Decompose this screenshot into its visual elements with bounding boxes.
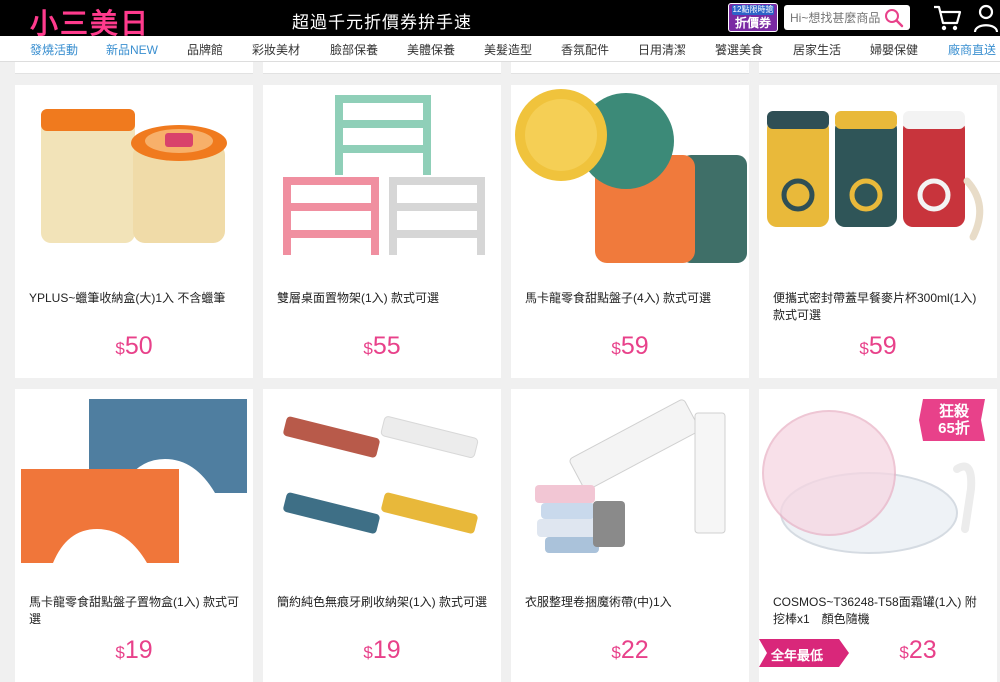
product-card-edge [15, 62, 253, 74]
price-currency: $ [611, 339, 621, 358]
product-card[interactable]: YPLUS~蠟筆收納盒(大)1入 不含蠟筆 $50 [15, 85, 253, 378]
price-currency: $ [859, 339, 869, 358]
price-value: 23 [908, 636, 937, 664]
product-name[interactable]: 雙層桌面置物架(1入) 款式可選 [277, 290, 491, 307]
nav-item-direct-ship[interactable]: 廠商直送 [948, 41, 996, 58]
price-currency: $ [363, 339, 373, 358]
product-image-cereal-cups[interactable] [759, 85, 997, 273]
nav-item-fragrance[interactable]: 香氛配件 [561, 41, 609, 58]
top-bar: 小三美日 超過千元折價券拚手速 12點限時搶 折價券 [0, 0, 1000, 40]
product-card[interactable]: 雙層桌面置物架(1入) 款式可選 $55 [263, 85, 501, 378]
price-currency: $ [899, 643, 909, 662]
search-icon[interactable] [884, 8, 904, 28]
price-value: 50 [124, 332, 153, 360]
product-price: $59 [511, 332, 749, 361]
search-input[interactable] [790, 9, 882, 26]
product-price: $59 [759, 332, 997, 361]
nav-item-makeup[interactable]: 彩妝美材 [252, 41, 300, 58]
product-card[interactable]: 衣服整理卷捆魔術帶(中)1入 $22 [511, 389, 749, 682]
coupon-promo-badge[interactable]: 12點限時搶 折價券 [728, 3, 778, 32]
product-price: $22 [511, 636, 749, 665]
product-price: $19 [263, 636, 501, 665]
product-image-clothes-strap[interactable] [511, 389, 749, 577]
price-value: 59 [620, 332, 649, 360]
product-image-toothbrush-holder[interactable] [263, 389, 501, 577]
nav-item-brands[interactable]: 品牌館 [187, 41, 223, 58]
product-image-plates[interactable] [511, 85, 749, 273]
product-name[interactable]: 衣服整理卷捆魔術帶(中)1入 [525, 594, 739, 611]
product-card[interactable]: 馬卡龍零食甜點盤子(4入) 款式可選 $59 [511, 85, 749, 378]
product-card-edge [263, 62, 501, 74]
price-currency: $ [115, 643, 125, 662]
cart-icon[interactable] [932, 3, 962, 33]
price-currency: $ [115, 339, 125, 358]
sale-badge-line-1: 狂殺 [938, 403, 969, 420]
product-name[interactable]: 馬卡龍零食甜點盤子置物盒(1入) 款式可選 [29, 594, 243, 628]
price-currency: $ [363, 643, 373, 662]
sale-badge-line-2: 65折 [938, 420, 970, 437]
product-image-crayon-box[interactable] [15, 85, 253, 273]
nav-item-food[interactable]: 饕選美食 [715, 41, 763, 58]
product-name[interactable]: 便攜式密封帶蓋早餐麥片杯300ml(1入) 款式可選 [773, 290, 987, 324]
product-price: $19 [15, 636, 253, 665]
nav-item-face-care[interactable]: 臉部保養 [330, 41, 378, 58]
sale-badge-text: 狂殺 65折 [919, 399, 989, 441]
product-name[interactable]: YPLUS~蠟筆收納盒(大)1入 不含蠟筆 [29, 290, 243, 307]
price-value: 19 [124, 636, 153, 664]
nav-item-body-care[interactable]: 美體保養 [407, 41, 455, 58]
nav-item-hair-styling[interactable]: 美髮造型 [484, 41, 532, 58]
price-value: 19 [372, 636, 401, 664]
product-price: $50 [15, 332, 253, 361]
product-image-plate-holder[interactable] [15, 389, 253, 577]
header-slogan[interactable]: 超過千元折價券拚手速 [292, 8, 472, 33]
promo-line-2: 折價券 [734, 16, 771, 30]
nav-item-hot-events[interactable]: 發燒活動 [30, 41, 78, 58]
product-card-edge [759, 62, 1000, 74]
nav-item-mother-baby[interactable]: 婦嬰保健 [870, 41, 918, 58]
product-card[interactable]: 簡約純色無痕牙刷收納架(1入) 款式可選 $19 [263, 389, 501, 682]
promo-line-1: 12點限時搶 [732, 5, 774, 15]
user-icon[interactable] [972, 3, 1000, 33]
search-box [784, 5, 910, 30]
price-value: 22 [620, 636, 649, 664]
nav-item-new[interactable]: 新品NEW [106, 41, 158, 58]
product-price: $55 [263, 332, 501, 361]
price-value: 55 [372, 332, 401, 360]
price-currency: $ [611, 643, 621, 662]
nav-item-daily-cleaning[interactable]: 日用清潔 [638, 41, 686, 58]
product-card[interactable]: 馬卡龍零食甜點盤子置物盒(1入) 款式可選 $19 [15, 389, 253, 682]
product-image-desk-shelf[interactable] [263, 85, 501, 273]
product-name[interactable]: 簡約純色無痕牙刷收納架(1入) 款式可選 [277, 594, 491, 611]
product-card[interactable]: 狂殺 65折 COSMOS~T36248-T58面霜罐(1入) 附挖棒x1 顏色隨… [759, 389, 997, 682]
price-value: 59 [868, 332, 897, 360]
product-name[interactable]: COSMOS~T36248-T58面霜罐(1入) 附挖棒x1 顏色隨機 [773, 594, 987, 628]
product-card[interactable]: 便攜式密封帶蓋早餐麥片杯300ml(1入) 款式可選 $59 [759, 85, 997, 378]
product-card-edge [511, 62, 749, 74]
category-nav: 發燒活動 新品NEW 品牌館 彩妝美材 臉部保養 美體保養 美髮造型 香氛配件 … [0, 36, 1000, 62]
product-name[interactable]: 馬卡龍零食甜點盤子(4入) 款式可選 [525, 290, 739, 307]
product-price: $23 [799, 636, 1000, 665]
nav-item-home-living[interactable]: 居家生活 [793, 41, 841, 58]
previous-row-edge [0, 62, 1000, 74]
